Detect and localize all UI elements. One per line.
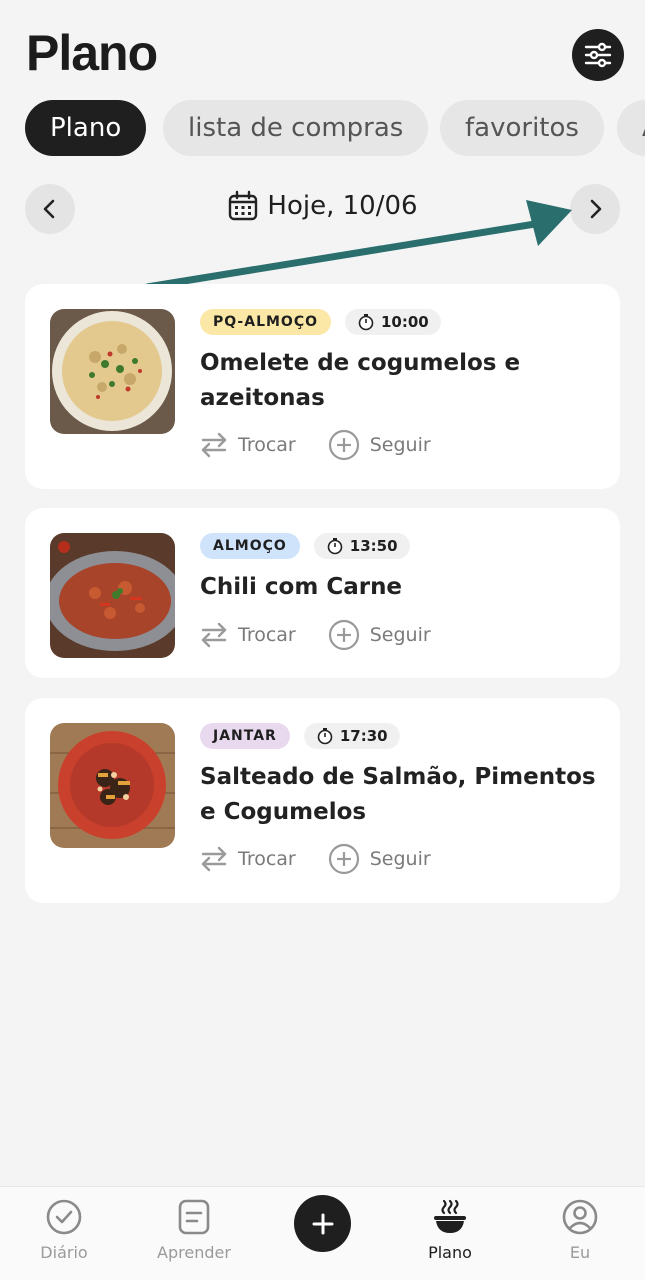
profile-icon — [562, 1199, 598, 1235]
meal-actions: Trocar Seguir — [200, 843, 431, 875]
chevron-right-icon — [590, 199, 602, 219]
swap-label: Trocar — [238, 848, 296, 870]
follow-button[interactable]: Seguir — [328, 843, 431, 875]
add-button[interactable] — [294, 1195, 351, 1252]
nav-label: Plano — [428, 1243, 472, 1262]
stopwatch-icon — [358, 314, 374, 331]
stopwatch-icon — [317, 728, 333, 745]
plus-circle-icon — [328, 619, 359, 651]
meal-actions: Trocar Seguir — [200, 429, 431, 461]
meal-card[interactable]: PQ-ALMOÇO 10:00 Omelete de cogumelos e a… — [25, 284, 620, 489]
nav-item-eu[interactable]: Eu — [525, 1197, 635, 1262]
follow-button[interactable]: Seguir — [328, 619, 431, 651]
meal-badges: ALMOÇO 13:50 — [200, 533, 410, 559]
stopwatch-icon — [327, 538, 343, 555]
follow-button[interactable]: Seguir — [328, 429, 431, 461]
swap-icon — [201, 432, 227, 458]
follow-label: Seguir — [369, 624, 431, 646]
tab-plano[interactable]: Plano — [25, 100, 147, 156]
meal-actions: Trocar Seguir — [200, 619, 431, 651]
notes-icon — [178, 1199, 210, 1235]
current-date: Hoje, 10/06 — [0, 190, 645, 222]
meal-image — [50, 309, 175, 434]
swap-icon — [201, 846, 227, 872]
swap-button[interactable]: Trocar — [200, 843, 296, 875]
filter-button[interactable] — [572, 29, 624, 81]
swap-label: Trocar — [238, 434, 296, 456]
meal-type-badge: ALMOÇO — [200, 533, 300, 559]
meal-badges: PQ-ALMOÇO 10:00 — [200, 309, 441, 335]
meal-time-badge: 13:50 — [313, 533, 410, 559]
meal-time: 17:30 — [339, 727, 388, 745]
plus-circle-icon — [328, 429, 359, 461]
chili-photo — [50, 533, 175, 658]
tab-favoritos[interactable]: favoritos — [440, 100, 604, 156]
date-navigator: Hoje, 10/06 — [0, 184, 645, 236]
swap-label: Trocar — [238, 624, 296, 646]
nav-label: Eu — [569, 1243, 591, 1262]
meal-badges: JANTAR 17:30 — [200, 723, 400, 749]
swap-button[interactable]: Trocar — [200, 429, 296, 461]
meal-title[interactable]: Omelete de cogumelos e azeitonas — [200, 346, 600, 416]
meal-card[interactable]: JANTAR 17:30 Salteado de Salmão, Pimento… — [25, 698, 620, 903]
follow-label: Seguir — [369, 848, 431, 870]
meal-type-badge: PQ-ALMOÇO — [200, 309, 331, 335]
meal-title[interactable]: Chili com Carne — [200, 570, 600, 605]
bottom-navigation: Diário Aprender Plano Eu — [0, 1186, 645, 1280]
meal-time: 13:50 — [349, 537, 398, 555]
nav-item-diario[interactable]: Diário — [9, 1197, 119, 1262]
meal-time-badge: 10:00 — [345, 309, 441, 335]
nav-item-plano[interactable]: Plano — [395, 1197, 505, 1262]
tab-bar: Plano lista de compras favoritos A — [0, 100, 645, 156]
follow-label: Seguir — [369, 434, 431, 456]
meal-title[interactable]: Salteado de Salmão, Pimentos e Cogumelos — [200, 760, 600, 830]
page-title: Plano — [26, 25, 158, 81]
date-text: Hoje, 10/06 — [267, 191, 418, 221]
omelette-photo — [50, 309, 175, 434]
nav-item-aprender[interactable]: Aprender — [139, 1197, 249, 1262]
meal-time: 10:00 — [381, 313, 429, 331]
calendar-icon — [229, 190, 258, 221]
header: Plano — [0, 0, 645, 100]
tab-lista-de-compras[interactable]: lista de compras — [163, 100, 429, 156]
plus-circle-icon — [328, 843, 359, 875]
plus-icon — [312, 1213, 333, 1234]
meal-card[interactable]: ALMOÇO 13:50 Chili com Carne Trocar Segu… — [25, 508, 620, 678]
next-day-button[interactable] — [570, 184, 620, 234]
bowl-icon — [434, 1199, 466, 1233]
meal-image — [50, 723, 175, 848]
swap-button[interactable]: Trocar — [200, 619, 296, 651]
nav-label: Aprender — [157, 1243, 231, 1262]
swap-icon — [201, 622, 227, 648]
sliders-icon — [584, 42, 612, 68]
nav-label: Diário — [40, 1243, 88, 1262]
meal-image — [50, 533, 175, 658]
meal-time-badge: 17:30 — [303, 723, 400, 749]
meal-type-badge: JANTAR — [200, 723, 290, 749]
salmon-stirfry-photo — [50, 723, 175, 848]
check-circle-icon — [46, 1199, 82, 1235]
tab-more[interactable]: A — [617, 100, 645, 156]
